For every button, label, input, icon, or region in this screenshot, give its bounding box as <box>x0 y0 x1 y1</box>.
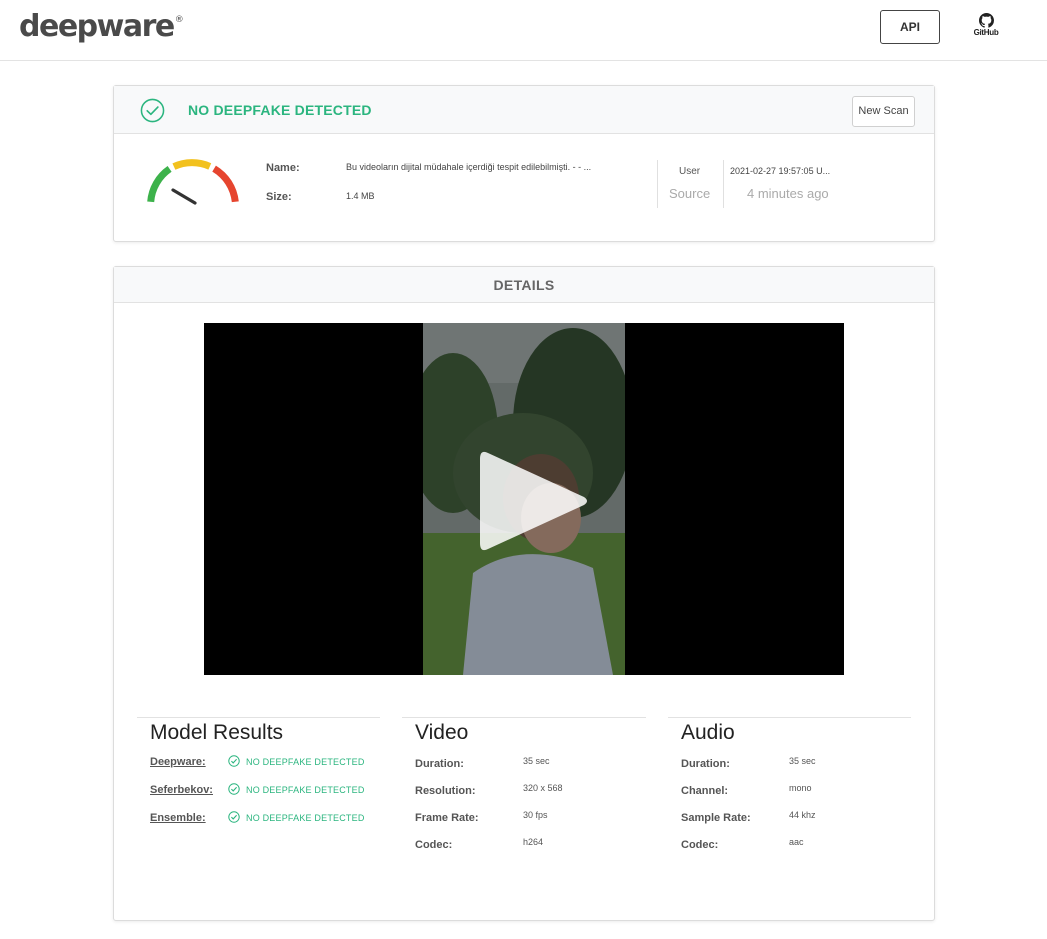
file-name-value: Bu videoların dijital müdahale içerdiği … <box>346 162 592 172</box>
model-link-ensemble[interactable]: Ensemble: <box>150 812 206 824</box>
audio-info-title: Audio <box>681 721 735 744</box>
result-header: NO DEEPFAKE DETECTED New Scan <box>114 86 934 134</box>
info-value: 320 x 568 <box>523 783 563 793</box>
divider <box>657 160 658 208</box>
info-label: Duration: <box>415 758 464 770</box>
logo-text: deepware <box>19 9 175 44</box>
info-label: Resolution: <box>415 785 476 797</box>
scan-result-card: NO DEEPFAKE DETECTED New Scan Name: Bu v… <box>113 85 935 242</box>
video-info-title: Video <box>415 721 469 744</box>
gauge-meter-icon <box>147 159 239 205</box>
model-link-deepware[interactable]: Deepware: <box>150 756 206 768</box>
github-link[interactable]: GitHub <box>969 13 1003 37</box>
model-link-seferbekov[interactable]: Seferbekov: <box>150 784 213 796</box>
info-value: 44 khz <box>789 810 816 820</box>
model-result-deepware: NO DEEPFAKE DETECTED <box>246 757 365 767</box>
section-divider <box>137 717 380 718</box>
top-navigation-bar: deepware® API GitHub <box>0 0 1047 61</box>
info-label: Channel: <box>681 785 729 797</box>
info-label: Codec: <box>681 839 719 851</box>
info-label: Frame Rate: <box>415 812 479 824</box>
video-player[interactable] <box>204 323 844 675</box>
registered-mark: ® <box>174 15 184 25</box>
source-label: Source <box>669 186 711 201</box>
size-label: Size: <box>266 191 292 203</box>
file-size-value: 1.4 MB <box>346 191 375 201</box>
name-label: Name: <box>266 162 300 174</box>
model-results-title: Model Results <box>150 721 284 744</box>
relative-time: 4 minutes ago <box>747 186 829 201</box>
info-value: aac <box>789 837 804 847</box>
check-circle-icon <box>228 755 240 767</box>
section-divider <box>402 717 646 718</box>
model-result-seferbekov: NO DEEPFAKE DETECTED <box>246 785 365 795</box>
section-divider <box>668 717 911 718</box>
deepware-logo[interactable]: deepware® <box>19 9 184 44</box>
info-value: 35 sec <box>523 756 550 766</box>
details-title: DETAILS <box>114 267 934 303</box>
info-value: h264 <box>523 837 544 847</box>
info-label: Codec: <box>415 839 453 851</box>
result-status-title: NO DEEPFAKE DETECTED <box>188 102 372 118</box>
info-value: 35 sec <box>789 756 816 766</box>
user-label: User <box>679 166 701 177</box>
details-card: DETAILS Model Results Deepware: NO DEEPF… <box>113 266 935 921</box>
divider <box>723 160 724 208</box>
info-value: 30 fps <box>523 810 548 820</box>
new-scan-button[interactable]: New Scan <box>852 96 915 127</box>
api-button[interactable]: API <box>880 10 940 44</box>
check-circle-icon <box>228 783 240 795</box>
info-value: mono <box>789 783 812 793</box>
check-circle-icon <box>228 811 240 823</box>
github-label: GitHub <box>973 28 999 37</box>
check-circle-icon <box>140 98 165 123</box>
model-result-ensemble: NO DEEPFAKE DETECTED <box>246 813 365 823</box>
scan-timestamp: 2021-02-27 19:57:05 U... <box>730 166 831 176</box>
play-icon[interactable] <box>476 447 592 555</box>
info-label: Duration: <box>681 758 730 770</box>
github-octocat-icon <box>978 13 994 28</box>
info-label: Sample Rate: <box>681 812 751 824</box>
